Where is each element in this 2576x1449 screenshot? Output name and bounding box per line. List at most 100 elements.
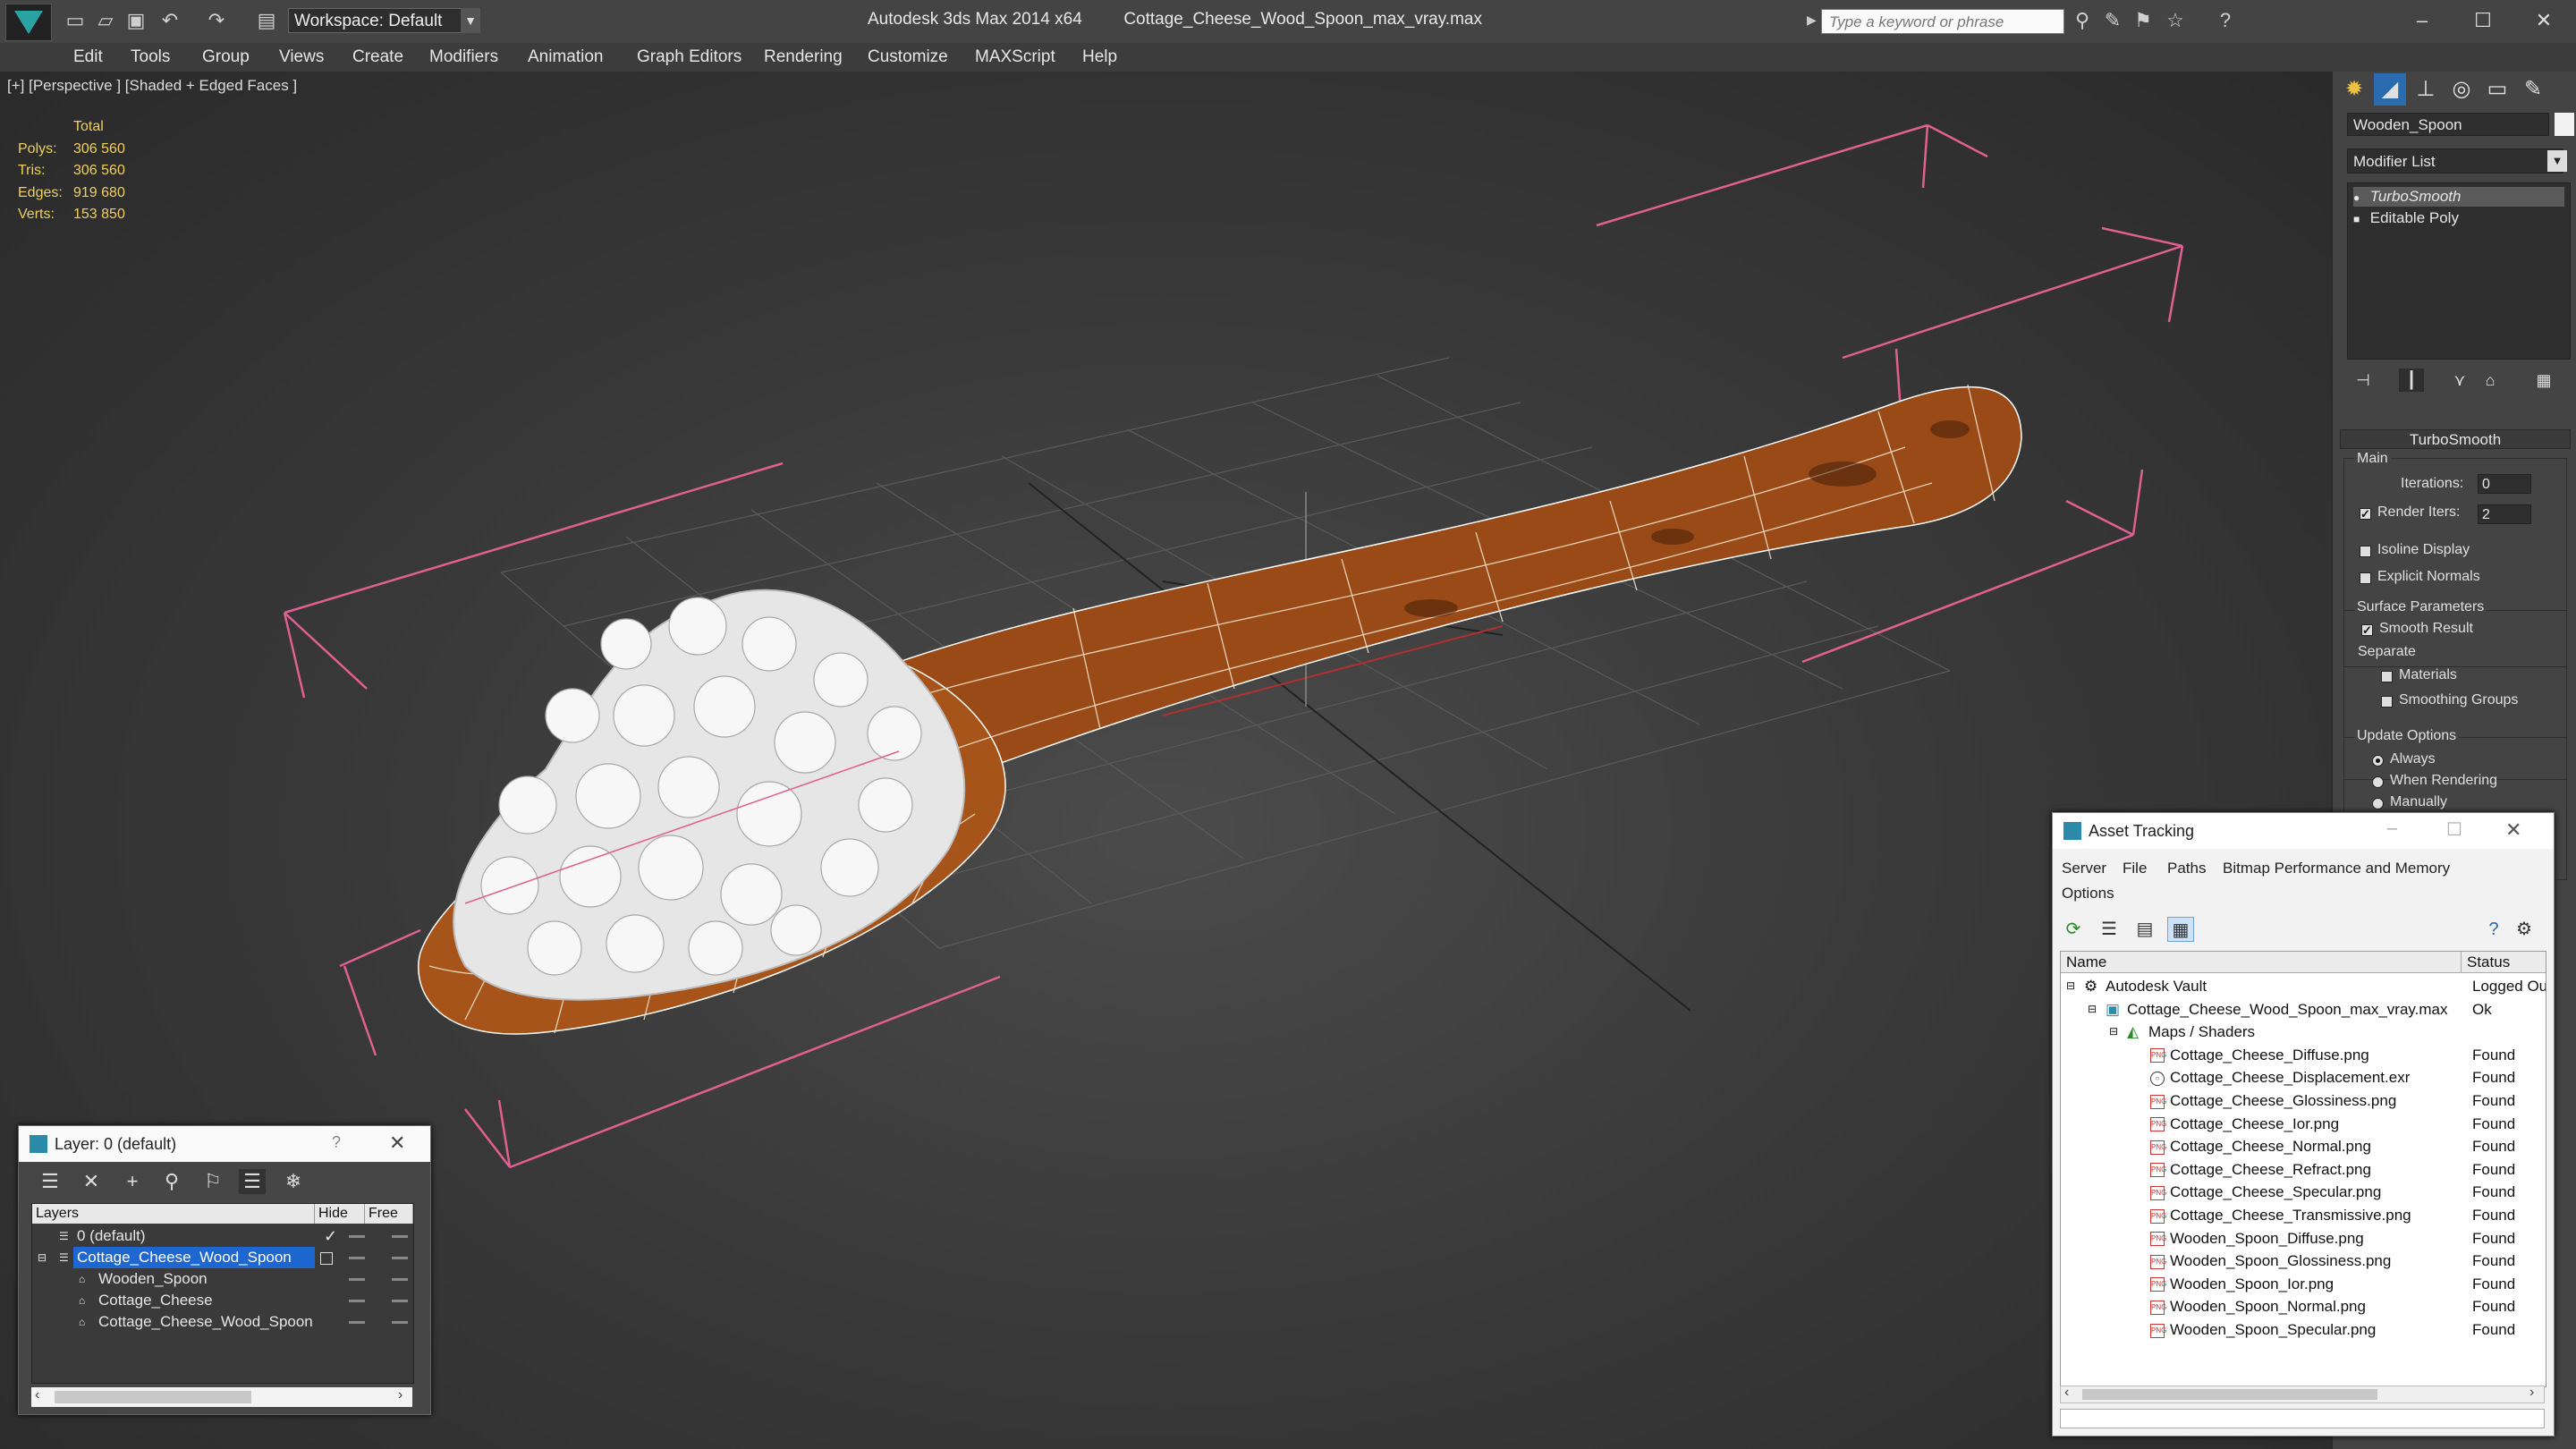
- scroll-right-icon[interactable]: ›: [398, 1387, 402, 1403]
- layer-row[interactable]: ☰ 0 (default) ✓: [32, 1225, 413, 1247]
- materials-checkbox[interactable]: [2381, 671, 2393, 682]
- scroll-thumb[interactable]: [2082, 1389, 2377, 1400]
- open-file-icon[interactable]: ▱: [95, 10, 116, 31]
- scroll-right-icon[interactable]: ›: [2529, 1385, 2534, 1401]
- menu-rendering[interactable]: Rendering: [764, 46, 843, 69]
- minimize-icon[interactable]: –: [2404, 5, 2440, 36]
- table-view-icon[interactable]: ▦: [2167, 917, 2194, 942]
- menu-maxscript[interactable]: MAXScript: [975, 46, 1055, 69]
- remove-modifier-icon[interactable]: ⌂: [2478, 369, 2503, 392]
- smoothing-groups-checkbox[interactable]: [2381, 696, 2393, 708]
- freeze-toggle[interactable]: [392, 1278, 408, 1281]
- freeze-column-header[interactable]: Free: [365, 1204, 413, 1224]
- scroll-left-icon[interactable]: ‹: [2064, 1385, 2069, 1401]
- render-iters-spinner[interactable]: 2: [2478, 504, 2531, 524]
- subscription-icon[interactable]: ✎: [2102, 10, 2123, 31]
- menu-graph-editors[interactable]: Graph Editors: [637, 46, 741, 69]
- freeze-all-icon[interactable]: ❄: [280, 1169, 307, 1194]
- freeze-toggle[interactable]: [392, 1235, 408, 1238]
- status-column-header[interactable]: Status: [2462, 952, 2546, 973]
- iterations-spinner[interactable]: 0: [2478, 474, 2531, 494]
- pin-stack-icon[interactable]: ⊣: [2351, 369, 2376, 392]
- asset-minimize-icon[interactable]: –: [2387, 818, 2397, 839]
- asset-close-icon[interactable]: ✕: [2505, 818, 2521, 842]
- collapse-icon[interactable]: ⊟: [2109, 1021, 2118, 1044]
- hide-toggle[interactable]: [349, 1257, 365, 1259]
- scroll-thumb[interactable]: [55, 1391, 251, 1403]
- chevron-down-icon[interactable]: ▼: [2547, 150, 2567, 172]
- hide-column-header[interactable]: Hide: [315, 1204, 365, 1224]
- make-unique-icon[interactable]: ⋎: [2447, 369, 2472, 392]
- maximize-icon[interactable]: ☐: [2465, 5, 2501, 36]
- menu-modifiers[interactable]: Modifiers: [429, 46, 498, 69]
- lightbulb-icon[interactable]: ●: [2353, 188, 2366, 208]
- object-name-field[interactable]: Wooden_Spoon: [2347, 113, 2549, 136]
- render-iters-checkbox[interactable]: ✓: [2360, 508, 2371, 520]
- asset-menu-server[interactable]: Server: [2062, 860, 2106, 877]
- freeze-toggle[interactable]: [392, 1257, 408, 1259]
- hide-toggle[interactable]: [349, 1300, 365, 1302]
- isoline-display-checkbox[interactable]: [2360, 546, 2371, 557]
- asset-row[interactable]: PNG Cottage_Cheese_Transmissive.png Found: [2061, 1204, 2546, 1227]
- asset-row[interactable]: PNG Wooden_Spoon_Specular.png Found: [2061, 1318, 2546, 1342]
- active-layer-check-icon[interactable]: ✓: [324, 1225, 337, 1247]
- manually-radio[interactable]: [2372, 798, 2384, 809]
- hierarchy-tab-icon[interactable]: ⊥: [2410, 73, 2442, 106]
- collapse-icon[interactable]: ⊟: [2066, 975, 2075, 998]
- asset-row[interactable]: PNG Cottage_Cheese_Glossiness.png Found: [2061, 1089, 2546, 1113]
- redo-icon[interactable]: ↷: [206, 10, 227, 31]
- save-icon[interactable]: ▣: [125, 10, 147, 31]
- asset-row[interactable]: PNG Wooden_Spoon_Diffuse.png Found: [2061, 1227, 2546, 1250]
- communication-center-icon[interactable]: ⚑: [2132, 10, 2154, 31]
- collapse-icon[interactable]: ⊟: [2088, 998, 2097, 1021]
- create-tab-icon[interactable]: ✹: [2338, 73, 2370, 106]
- explicit-normals-checkbox[interactable]: [2360, 572, 2371, 584]
- select-objects-icon[interactable]: ⚲: [158, 1169, 185, 1194]
- delete-layer-icon[interactable]: ✕: [78, 1169, 105, 1194]
- modify-tab-icon[interactable]: ◢: [2374, 73, 2406, 106]
- asset-row[interactable]: PNG Wooden_Spoon_Glossiness.png Found: [2061, 1250, 2546, 1273]
- when-rendering-radio[interactable]: [2372, 776, 2384, 788]
- app-logo-icon[interactable]: [5, 4, 52, 41]
- scroll-left-icon[interactable]: ‹: [35, 1387, 39, 1403]
- binoculars-icon[interactable]: ⚲: [2072, 10, 2093, 31]
- asset-row-maps[interactable]: ⊟ ◭ Maps / Shaders: [2061, 1021, 2546, 1044]
- highlight-layer-icon[interactable]: ⚐: [199, 1169, 226, 1194]
- refresh-icon[interactable]: ⟳: [2060, 917, 2087, 942]
- freeze-toggle[interactable]: [392, 1321, 408, 1324]
- utilities-tab-icon[interactable]: ✎: [2517, 73, 2549, 106]
- menu-views[interactable]: Views: [279, 46, 324, 69]
- asset-row-max-file[interactable]: ⊟ ▣ Cottage_Cheese_Wood_Spoon_max_vray.m…: [2061, 998, 2546, 1021]
- smooth-result-checkbox[interactable]: ✓: [2361, 624, 2373, 636]
- freeze-toggle[interactable]: [392, 1300, 408, 1302]
- search-expand-icon[interactable]: ▶: [1807, 13, 1819, 30]
- list-view-icon[interactable]: ☰: [2096, 917, 2123, 942]
- collapse-icon[interactable]: ⊟: [38, 1247, 47, 1268]
- new-file-icon[interactable]: ▭: [64, 10, 86, 31]
- name-column-header[interactable]: Name: [2061, 952, 2462, 973]
- asset-row[interactable]: PNG Cottage_Cheese_Normal.png Found: [2061, 1135, 2546, 1158]
- layer-dialog-titlebar[interactable]: Layer: 0 (default) ? ✕: [19, 1126, 430, 1162]
- set-current-box[interactable]: [320, 1252, 333, 1265]
- stack-item-editable-poly[interactable]: ■ Editable Poly: [2353, 208, 2564, 228]
- menu-group[interactable]: Group: [202, 46, 250, 69]
- layer-row[interactable]: ⌂ Cottage_Cheese: [32, 1290, 413, 1311]
- menu-create[interactable]: Create: [352, 46, 403, 69]
- expand-icon[interactable]: ■: [2353, 209, 2366, 229]
- asset-row[interactable]: PNG Cottage_Cheese_Specular.png Found: [2061, 1181, 2546, 1204]
- layer-row[interactable]: ⊟ ☰ Cottage_Cheese_Wood_Spoon: [32, 1247, 413, 1268]
- menu-tools[interactable]: Tools: [131, 46, 170, 69]
- viewport-label[interactable]: [+] [Perspective ] [Shaded + Edged Faces…: [7, 77, 297, 95]
- detail-view-icon[interactable]: ▤: [2131, 917, 2158, 942]
- modifier-list-dropdown[interactable]: Modifier List: [2347, 148, 2563, 174]
- asset-dialog-titlebar[interactable]: Asset Tracking – ☐ ✕: [2053, 813, 2554, 849]
- asset-menu-file[interactable]: File: [2123, 860, 2147, 877]
- workspace-dropdown-icon[interactable]: ▼: [461, 8, 480, 33]
- asset-row-vault[interactable]: ⊟ ⚙ Autodesk Vault Logged Ou: [2061, 975, 2546, 998]
- asset-menu-options[interactable]: Options: [2062, 885, 2114, 902]
- menu-help[interactable]: Help: [1082, 46, 1117, 69]
- project-folder-icon[interactable]: ▤: [256, 10, 277, 31]
- cottage-cheese-model[interactable]: [453, 589, 966, 1001]
- menu-edit[interactable]: Edit: [73, 46, 103, 69]
- configure-modifier-sets-icon[interactable]: ▦: [2531, 369, 2556, 392]
